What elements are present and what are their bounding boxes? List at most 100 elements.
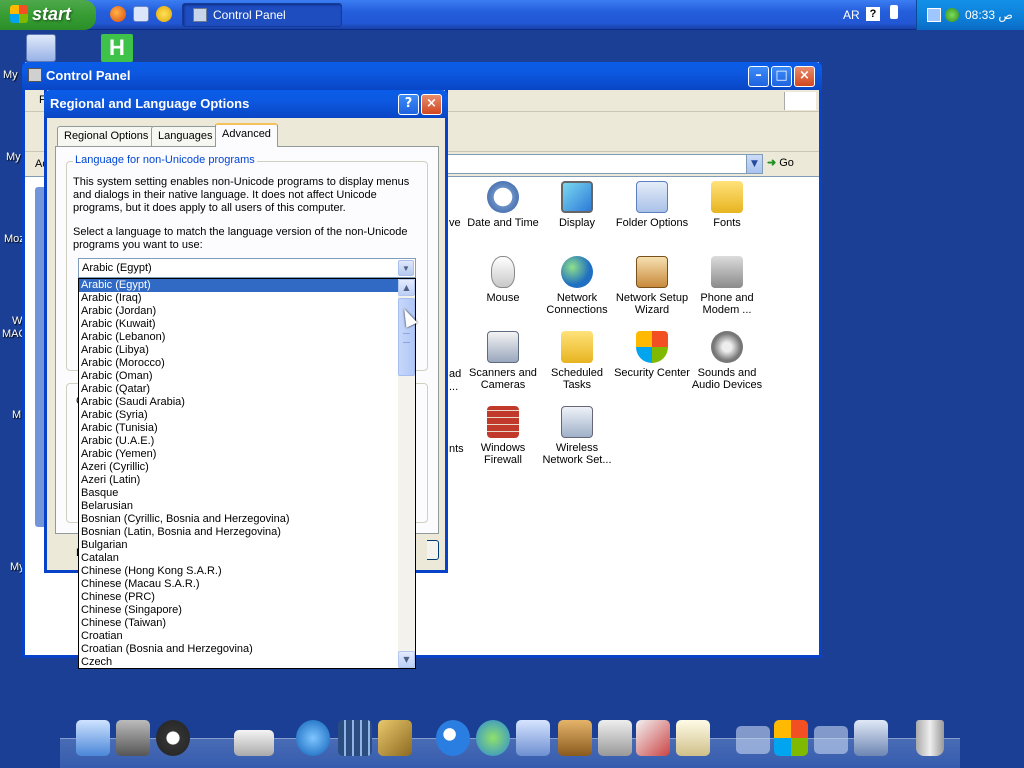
help-button[interactable]: ? [398, 94, 419, 115]
language-option[interactable]: Belarusian [79, 500, 399, 513]
language-option[interactable]: Chinese (Macau S.A.R.) [79, 578, 399, 591]
language-option[interactable]: Bosnian (Latin, Bosnia and Herzegovina) [79, 526, 399, 539]
internet-explorer-icon[interactable] [436, 720, 470, 756]
cp-item-windows-firewall[interactable]: Windows Firewall [463, 406, 543, 466]
apply-button-edge[interactable] [427, 540, 439, 560]
language-option[interactable]: Croatian (Bosnia and Herzegovina) [79, 643, 399, 656]
control-panel-title-bar[interactable]: Control Panel – □ × [22, 62, 822, 90]
cp-item-scheduled-tasks[interactable]: Scheduled Tasks [537, 331, 617, 391]
stack-arrow-icon[interactable] [736, 726, 770, 754]
stack-arrow-icon[interactable] [814, 726, 848, 754]
cp-item-fonts[interactable]: Fonts [687, 181, 767, 229]
desktop-icon-label[interactable]: W [12, 315, 22, 327]
language-option[interactable]: Chinese (PRC) [79, 591, 399, 604]
scroll-up-button[interactable]: ▲ [398, 279, 415, 296]
dialog-title-bar[interactable]: Regional and Language Options ? × [44, 90, 448, 118]
messenger-icon[interactable] [476, 720, 510, 756]
cp-item-network-setup-wizard[interactable]: Network Setup Wizard [612, 256, 692, 316]
language-option[interactable]: Arabic (Oman) [79, 370, 399, 383]
windows-apps-icon[interactable] [774, 720, 808, 756]
language-option[interactable]: Chinese (Hong Kong S.A.R.) [79, 565, 399, 578]
cp-item-mouse[interactable]: Mouse [463, 256, 543, 304]
address-input[interactable]: ▼ [445, 154, 763, 174]
mail-icon[interactable] [516, 720, 550, 756]
cp-item-phone-and-modem[interactable]: Phone and Modem ... [687, 256, 767, 316]
security-tray-icon[interactable] [945, 8, 959, 22]
language-option[interactable]: Arabic (Morocco) [79, 357, 399, 370]
cp-item-display[interactable]: Display [537, 181, 617, 229]
calculator-icon[interactable] [598, 720, 632, 756]
scroll-down-button[interactable]: ▼ [398, 651, 415, 668]
language-option[interactable]: Bulgarian [79, 539, 399, 552]
paint-icon[interactable] [636, 720, 670, 756]
chevron-down-icon[interactable]: ▼ [398, 260, 414, 276]
cp-item-date-and-time[interactable]: Date and Time [463, 181, 543, 229]
firefox-icon[interactable] [110, 6, 126, 22]
language-option[interactable]: Bosnian (Cyrillic, Bosnia and Herzegovin… [79, 513, 399, 526]
maximize-button[interactable]: □ [771, 66, 792, 87]
drive-icon[interactable] [234, 730, 274, 756]
language-option[interactable]: Arabic (U.A.E.) [79, 435, 399, 448]
list-scrollbar[interactable]: ▲ ▼ [398, 279, 415, 668]
start-button[interactable]: start [0, 0, 96, 30]
system-preferences-icon[interactable] [116, 720, 150, 756]
language-option[interactable]: Catalan [79, 552, 399, 565]
taskbar-control-panel-button[interactable]: Control Panel [182, 3, 342, 27]
language-option[interactable]: Arabic (Egypt) [79, 279, 399, 292]
trash-icon[interactable] [916, 720, 944, 756]
language-option[interactable]: Arabic (Qatar) [79, 383, 399, 396]
media-player-icon[interactable] [296, 720, 330, 756]
language-indicator[interactable]: AR [843, 8, 860, 22]
messenger-smiley-icon[interactable] [156, 6, 172, 22]
language-option[interactable]: Croatian [79, 630, 399, 643]
language-option[interactable]: Arabic (Kuwait) [79, 318, 399, 331]
language-option[interactable]: Chinese (Singapore) [79, 604, 399, 617]
language-option[interactable]: Basque [79, 487, 399, 500]
language-option[interactable]: Arabic (Tunisia) [79, 422, 399, 435]
cp-item-scanners-and-cameras[interactable]: Scanners and Cameras [463, 331, 543, 391]
language-option[interactable]: Czech [79, 656, 399, 668]
show-desktop-icon[interactable] [133, 6, 149, 22]
language-option[interactable]: Arabic (Libya) [79, 344, 399, 357]
close-button[interactable]: × [794, 66, 815, 87]
power-icon[interactable] [156, 720, 190, 756]
desktop-icon-label[interactable]: My [6, 151, 21, 163]
minimize-button[interactable]: – [748, 66, 769, 87]
desktop-icon-label[interactable]: M [12, 409, 21, 421]
downloads-icon[interactable] [854, 720, 888, 756]
cp-item-network-connections[interactable]: Network Connections [537, 256, 617, 316]
clock[interactable]: 08:33 ص [965, 8, 1013, 22]
h-app-desktop-icon[interactable]: H [101, 34, 133, 62]
desktop-icon-label[interactable]: My [3, 69, 18, 81]
language-option[interactable]: Arabic (Lebanon) [79, 331, 399, 344]
language-option[interactable]: Arabic (Yemen) [79, 448, 399, 461]
close-button[interactable]: × [421, 94, 442, 115]
language-dropdown-list[interactable]: Arabic (Egypt) Arabic (Iraq) Arabic (Jorda… [78, 278, 416, 669]
tools-icon[interactable] [378, 720, 412, 756]
language-option[interactable]: Arabic (Saudi Arabia) [79, 396, 399, 409]
language-option[interactable]: Chinese (Taiwan) [79, 617, 399, 630]
chevron-down-icon[interactable]: ▼ [746, 155, 762, 173]
cp-item-folder-options[interactable]: Folder Options [612, 181, 692, 229]
tab-advanced[interactable]: Advanced [215, 123, 278, 147]
address-book-icon[interactable] [558, 720, 592, 756]
language-option[interactable]: Azeri (Latin) [79, 474, 399, 487]
language-select[interactable]: Arabic (Egypt) ▼ [78, 258, 416, 278]
tab-regional-options[interactable]: Regional Options [57, 126, 156, 146]
help-icon[interactable]: ? [866, 7, 880, 21]
tab-languages[interactable]: Languages [151, 126, 220, 146]
language-option[interactable]: Arabic (Jordan) [79, 305, 399, 318]
notepad-icon[interactable] [676, 720, 710, 756]
cp-item-security-center[interactable]: Security Center [612, 331, 692, 379]
language-bar-icon[interactable] [890, 5, 898, 19]
network-tray-icon[interactable] [927, 8, 941, 22]
language-option[interactable]: Arabic (Syria) [79, 409, 399, 422]
go-button[interactable]: ➜ Go [767, 156, 794, 169]
cp-item-wireless-network-setup[interactable]: Wireless Network Set... [537, 406, 617, 466]
finder-icon[interactable] [76, 720, 110, 756]
language-option[interactable]: Azeri (Cyrillic) [79, 461, 399, 474]
my-documents-desktop-icon[interactable] [26, 34, 56, 62]
film-strip-icon[interactable] [338, 720, 372, 756]
cp-item-sounds-and-audio[interactable]: Sounds and Audio Devices [687, 331, 767, 391]
language-option[interactable]: Arabic (Iraq) [79, 292, 399, 305]
